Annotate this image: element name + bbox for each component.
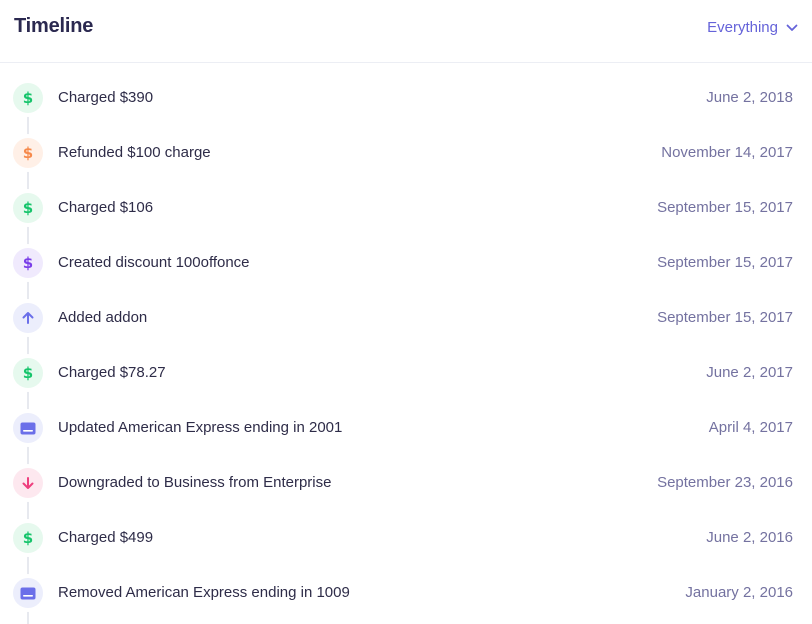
timeline-header: Timeline Everything [0,0,812,63]
event-label: Removed American Express ending in 1009 [58,584,350,601]
event-date: September 15, 2017 [657,309,793,326]
timeline-list: $ Charged $390 June 2, 2018 $ Refunded $100 … [0,70,812,624]
timeline-item: $ Charged $390 June 2, 2018 [0,70,812,125]
timeline-item: $ Refunded $100 charge November 14, 2017 [0,125,812,180]
timeline-item: Updated American Express ending in 2001 A… [0,400,812,455]
dollar-icon: $ [13,248,43,278]
event-label: Charged $106 [58,199,154,216]
event-date: June 2, 2017 [706,364,793,381]
arrow-up-icon [13,303,43,333]
event-label: Charged $390 [58,89,154,106]
event-label: Charged $78.27 [58,364,166,381]
event-date: September 23, 2016 [657,474,793,491]
event-date: November 14, 2017 [661,144,793,161]
dollar-icon: $ [13,358,43,388]
arrow-down-icon [13,468,43,498]
timeline-item: $ Charged $78.27 June 2, 2017 [0,345,812,400]
timeline-item: Downgraded to Business from Enterprise Se… [0,455,812,510]
event-date: September 15, 2017 [657,254,793,271]
chevron-down-icon [786,24,798,32]
timeline-item: Added addon September 15, 2017 [0,290,812,345]
event-date: January 2, 2016 [685,584,793,601]
dollar-icon: $ [13,138,43,168]
dollar-icon: $ [13,83,43,113]
event-label: Added addon [58,309,148,326]
event-date: April 4, 2017 [708,419,793,436]
event-label: Updated American Express ending in 2001 [58,419,343,436]
dollar-icon: $ [13,523,43,553]
filter-label: Everything [707,19,778,36]
page-title: Timeline [14,15,94,37]
event-label: Created discount 100offonce [58,254,250,271]
event-date: September 15, 2017 [657,199,793,216]
timeline-item: $ Charged $106 September 15, 2017 [0,180,812,235]
event-date: June 2, 2018 [706,89,793,106]
filter-dropdown[interactable]: Everything [707,19,798,36]
event-label: Charged $499 [58,529,154,546]
credit-card-icon [13,578,43,608]
credit-card-icon [13,413,43,443]
event-label: Downgraded to Business from Enterprise [58,474,332,491]
dollar-icon: $ [13,193,43,223]
event-date: June 2, 2016 [706,529,793,546]
timeline-item: $ Charged $499 June 2, 2016 [0,510,812,565]
timeline-item: Removed American Express ending in 1009 J… [0,565,812,620]
timeline-item: $ Created discount 100offonce September 15… [0,235,812,290]
event-label: Refunded $100 charge [58,144,211,161]
